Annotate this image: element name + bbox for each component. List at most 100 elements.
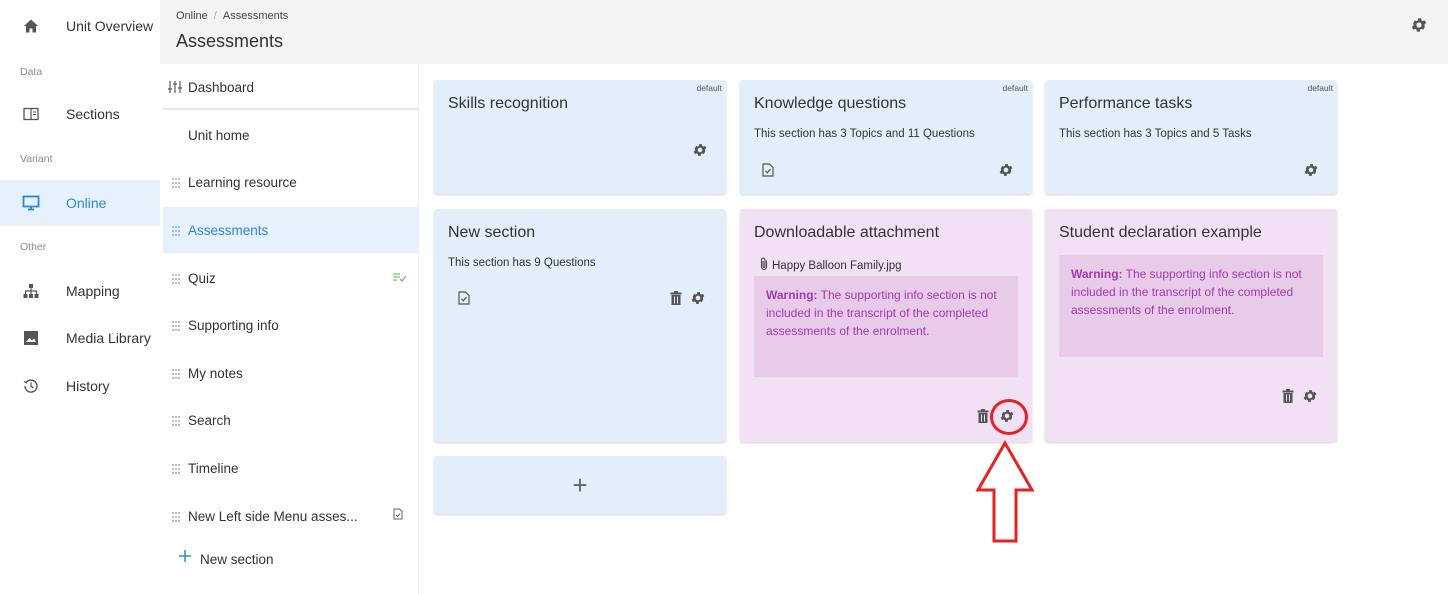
- default-badge: default: [1307, 83, 1333, 93]
- trash-icon[interactable]: [1282, 389, 1294, 403]
- new-section-link[interactable]: New section: [163, 536, 419, 582]
- default-badge: default: [696, 83, 722, 93]
- settings-gear-icon[interactable]: [1303, 162, 1319, 178]
- card-title: Knowledge questions: [754, 95, 907, 112]
- document-check-icon[interactable]: [762, 163, 774, 177]
- breadcrumb-assessments: Assessments: [222, 10, 289, 22]
- hierarchy-icon: [22, 282, 40, 300]
- submenu-item-label: Unit home: [188, 127, 250, 143]
- trash-icon[interactable]: [670, 291, 682, 305]
- card-title: Student declaration example: [1059, 224, 1262, 241]
- drag-handle-icon[interactable]: [171, 272, 181, 284]
- drag-handle-icon[interactable]: [171, 224, 181, 236]
- image-library-icon: [22, 329, 40, 347]
- card-description: This section has 9 Questions: [448, 257, 596, 269]
- submenu-item-label: Learning resource: [188, 174, 297, 190]
- new-section-label: New section: [200, 551, 274, 567]
- add-section-button[interactable]: +: [434, 456, 726, 514]
- document-check-icon: [393, 507, 403, 525]
- warning-label: Warning:: [1071, 267, 1123, 281]
- annotation-arrow-icon: [975, 440, 1035, 543]
- section-card-knowledge-questions[interactable]: default Knowledge questions This section…: [740, 80, 1032, 194]
- default-badge: default: [1002, 83, 1028, 93]
- breadcrumb-online[interactable]: Online: [176, 10, 208, 22]
- submenu-item-unit-home[interactable]: Unit home: [163, 112, 419, 158]
- nav-sections[interactable]: Sections: [0, 91, 160, 137]
- submenu-item-label: New Left side Menu asses...: [188, 508, 358, 524]
- nav-unit-overview-label: Unit Overview: [66, 18, 154, 34]
- trash-icon[interactable]: [977, 409, 989, 423]
- settings-gear-icon[interactable]: [692, 142, 708, 158]
- submenu-item-learning-resource[interactable]: Learning resource: [163, 159, 419, 205]
- attachment-filename: Happy Balloon Family.jpg: [772, 259, 902, 272]
- warning-box: Warning: The supporting info section is …: [754, 276, 1018, 377]
- paperclip-icon: [758, 257, 770, 274]
- highlight-circle: [990, 399, 1028, 435]
- nav-online-label: Online: [66, 195, 107, 211]
- nav-mapping[interactable]: Mapping: [0, 268, 160, 314]
- submenu-item-my-notes[interactable]: My notes: [163, 350, 419, 396]
- sliders-icon: [168, 80, 182, 94]
- section-card-student-declaration[interactable]: Student declaration example Warning: The…: [1045, 209, 1337, 442]
- submenu-item-label: Quiz: [188, 270, 216, 286]
- submenu-item-label: Supporting info: [188, 317, 279, 333]
- section-heading-variant: Variant: [20, 153, 53, 165]
- submenu-item-new-left-side-menu[interactable]: New Left side Menu asses...: [163, 493, 419, 539]
- settings-gear-icon[interactable]: [1302, 388, 1318, 404]
- submenu-item-supporting-info[interactable]: Supporting info: [163, 302, 419, 348]
- submenu-item-label: Timeline: [188, 460, 239, 476]
- book-open-icon: [22, 105, 40, 123]
- card-title: New section: [448, 224, 536, 241]
- warning-label: Warning:: [766, 288, 818, 302]
- nav-media-library-label: Media Library: [66, 330, 151, 346]
- submenu-item-search[interactable]: Search: [163, 397, 419, 443]
- section-heading-other: Other: [20, 241, 47, 253]
- page-title: Assessments: [176, 31, 284, 51]
- plus-icon: +: [572, 469, 588, 500]
- breadcrumb: Online / Assessments: [176, 10, 288, 22]
- submenu-item-label: Assessments: [188, 222, 269, 238]
- home-icon: [22, 17, 40, 35]
- settings-gear-icon[interactable]: [998, 162, 1014, 178]
- nav-online[interactable]: Online: [0, 180, 160, 226]
- submenu-item-quiz[interactable]: Quiz: [163, 255, 419, 301]
- monitor-icon: [22, 194, 40, 212]
- submenu-item-assessments[interactable]: Assessments: [163, 207, 419, 253]
- section-card-new-section[interactable]: New section This section has 9 Questions: [434, 209, 726, 442]
- submenu-item-dashboard[interactable]: Dashboard: [163, 64, 419, 110]
- card-title: Skills recognition: [448, 95, 569, 112]
- settings-gear-icon[interactable]: [690, 290, 706, 306]
- drag-handle-icon[interactable]: [171, 176, 181, 188]
- warning-box: Warning: The supporting info section is …: [1059, 255, 1323, 357]
- breadcrumb-separator: /: [213, 10, 217, 22]
- divider: [163, 108, 419, 110]
- drag-handle-icon[interactable]: [171, 414, 181, 426]
- attachment-link[interactable]: Happy Balloon Family.jpg: [758, 257, 902, 274]
- drag-handle-icon[interactable]: [171, 462, 181, 474]
- card-title: Downloadable attachment: [754, 224, 940, 241]
- page-header: Online / Assessments Assessments: [160, 0, 1448, 64]
- section-card-skills-recognition[interactable]: default Skills recognition: [434, 80, 726, 194]
- document-check-icon[interactable]: [458, 291, 470, 305]
- submenu-item-timeline[interactable]: Timeline: [163, 445, 419, 491]
- history-icon: [22, 377, 40, 395]
- submenu-item-label: My notes: [188, 365, 243, 381]
- card-description: This section has 3 Topics and 11 Questio…: [754, 128, 975, 140]
- nav-unit-overview[interactable]: Unit Overview: [0, 3, 160, 49]
- drag-handle-icon[interactable]: [171, 510, 181, 522]
- settings-gear-icon[interactable]: [1410, 16, 1428, 39]
- nav-history[interactable]: History: [0, 363, 160, 409]
- playlist-check-icon: [393, 269, 407, 287]
- section-heading-data: Data: [20, 66, 43, 78]
- nav-mapping-label: Mapping: [66, 283, 120, 299]
- nav-media-library[interactable]: Media Library: [0, 315, 160, 361]
- drag-handle-icon[interactable]: [171, 367, 181, 379]
- nav-sections-label: Sections: [66, 106, 120, 122]
- submenu-item-label: Search: [188, 412, 231, 428]
- nav-history-label: History: [66, 378, 110, 394]
- section-card-performance-tasks[interactable]: default Performance tasks This section h…: [1045, 80, 1337, 194]
- card-description: This section has 3 Topics and 5 Tasks: [1059, 128, 1252, 140]
- drag-handle-icon[interactable]: [171, 319, 181, 331]
- section-card-downloadable-attachment[interactable]: Downloadable attachment Happy Balloon Fa…: [740, 209, 1032, 442]
- left-nav-rail: Unit Overview Data Sections Variant Onli…: [0, 0, 160, 594]
